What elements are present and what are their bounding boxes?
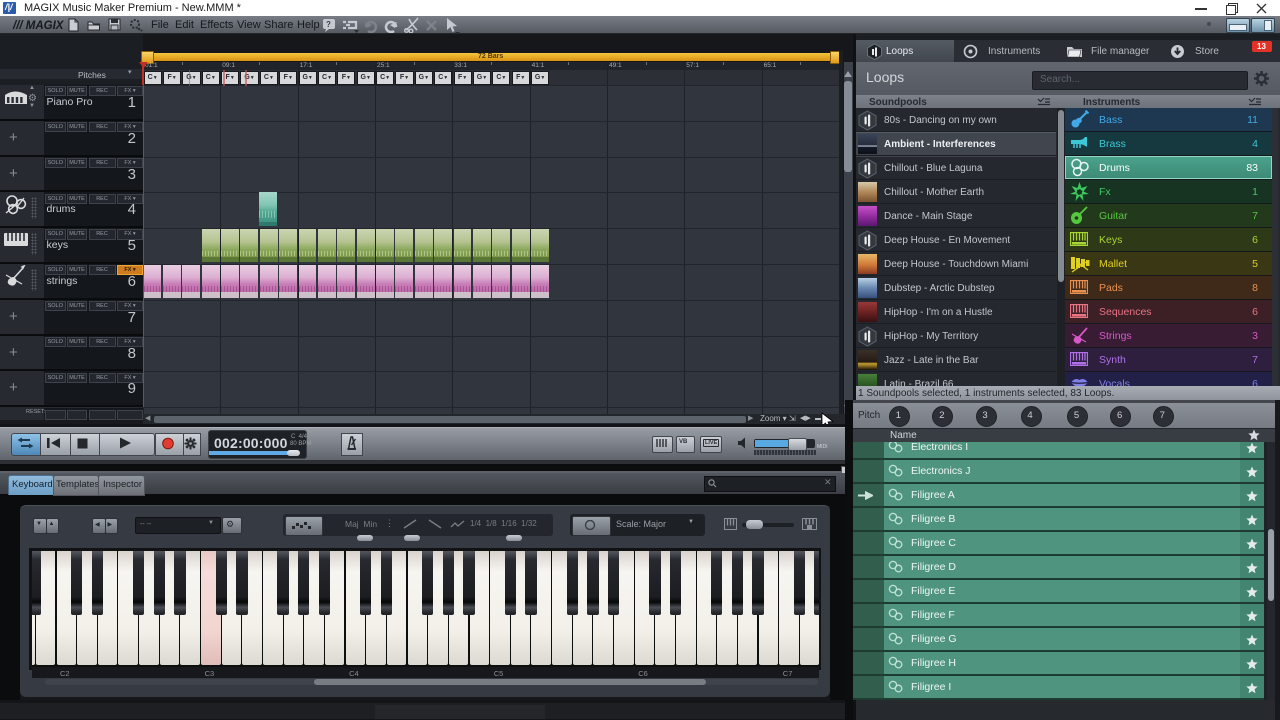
svg-text:?: ? <box>326 20 331 29</box>
